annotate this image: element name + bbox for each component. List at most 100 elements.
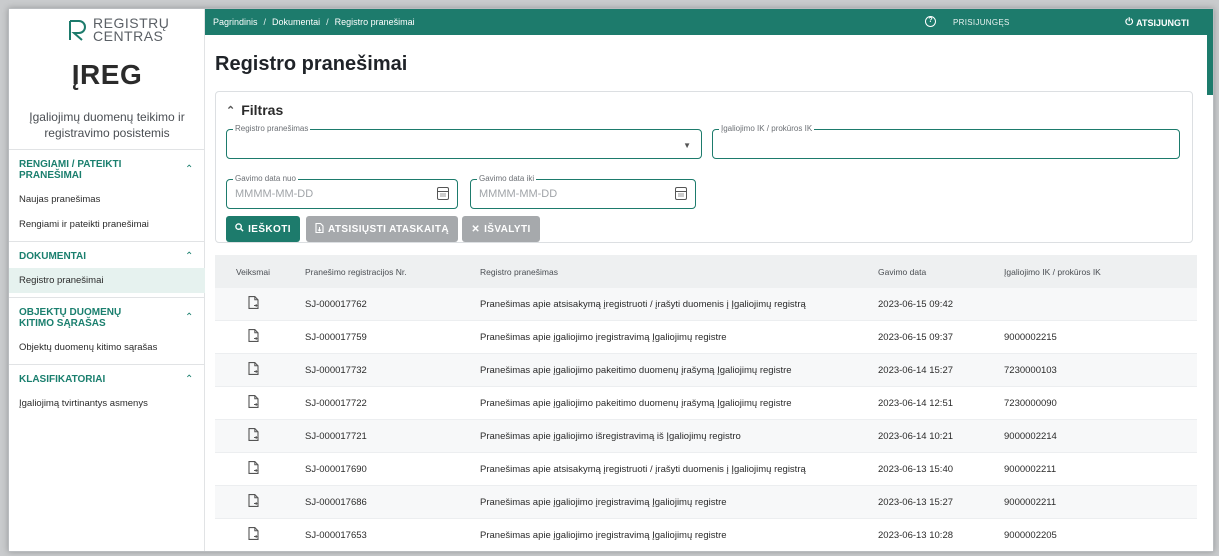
table-row[interactable]: SJ-000017653 Pranešimas apie įgaliojimo į…: [215, 519, 1197, 551]
date-from-label: Gavimo data nuo: [233, 174, 298, 183]
open-document-icon[interactable]: [247, 329, 259, 342]
nav-section-label: RENGIAMI / PATEIKTI PRANEŠIMAI: [19, 159, 122, 181]
cell-date: 2023-06-14 10:21: [878, 430, 954, 442]
nav-section-label: OBJEKTŲ DUOMENŲ KITIMO SĄRAŠAS: [19, 307, 122, 329]
cell-power-ik: 9000002215: [1004, 331, 1057, 343]
row-actions: [215, 527, 291, 543]
column-header-power-ik[interactable]: Įgaliojimo IK / prokūros IK: [1004, 267, 1197, 277]
sidebar-item-objektu-kitimo-sarasas[interactable]: Objektų duomenų kitimo sąrašas: [9, 335, 205, 360]
nav-section-header-dokumentai[interactable]: DOKUMENTAI ⌃: [9, 242, 205, 268]
registry-notice-select[interactable]: Registro pranešimas ▼: [226, 124, 702, 159]
calendar-icon[interactable]: [437, 187, 449, 200]
cell-notice: Pranešimas apie įgaliojimo įregistravimą…: [480, 529, 727, 541]
nav-section-header-klasifikatoriai[interactable]: KLASIFIKATORIAI ⌃: [9, 365, 205, 391]
cell-reg-no: SJ-000017686: [305, 496, 367, 508]
row-actions: [215, 296, 291, 312]
sidebar-item-tvirtinantys-asmenys[interactable]: Įgaliojimą tvirtinantys asmenys: [9, 391, 205, 416]
cell-date: 2023-06-15 09:42: [878, 298, 954, 310]
logout-button[interactable]: ⏻ ATSIJUNGTI: [1125, 17, 1189, 28]
open-document-icon[interactable]: [247, 461, 259, 474]
date-to-input[interactable]: Gavimo data iki MMMM-MM-DD: [470, 174, 696, 209]
cell-power-ik: 9000002211: [1004, 463, 1057, 475]
download-report-label: ATSISIŲSTI ATASKAITĄ: [328, 223, 449, 235]
table-body: SJ-000017762 Pranešimas apie atsisakymą į…: [215, 288, 1197, 551]
table-row[interactable]: SJ-000017686 Pranešimas apie įgaliojimo į…: [215, 486, 1197, 519]
cell-date: 2023-06-13 15:27: [878, 496, 954, 508]
nav-section-rengiami: RENGIAMI / PATEIKTI PRANEŠIMAI ⌃ Naujas …: [9, 150, 205, 242]
breadcrumb-separator: /: [263, 17, 267, 27]
table-row[interactable]: SJ-000017732 Pranešimas apie įgaliojimo p…: [215, 354, 1197, 387]
sidebar-nav: RENGIAMI / PATEIKTI PRANEŠIMAI ⌃ Naujas …: [9, 149, 205, 420]
table-row[interactable]: SJ-000017762 Pranešimas apie atsisakymą į…: [215, 288, 1197, 321]
table-row[interactable]: SJ-000017759 Pranešimas apie įgaliojimo į…: [215, 321, 1197, 354]
date-to-label: Gavimo data iki: [477, 174, 537, 183]
search-icon: [235, 223, 244, 235]
app-window: REGISTRŲ CENTRAS ĮREG Įgaliojimų duomenų…: [8, 8, 1214, 552]
sidebar-item-registro-pranesimai[interactable]: Registro pranešimai: [9, 268, 205, 293]
nav-section-header-objektu[interactable]: OBJEKTŲ DUOMENŲ KITIMO SĄRAŠAS ⌃: [9, 298, 205, 335]
open-document-icon[interactable]: [247, 362, 259, 375]
breadcrumb-current: Registro pranešimai: [334, 17, 415, 27]
power-icon: ⏻: [1125, 17, 1134, 28]
row-actions: [215, 362, 291, 378]
download-report-button[interactable]: ATSISIŲSTI ATASKAITĄ: [306, 216, 458, 242]
row-actions: [215, 494, 291, 510]
cell-date: 2023-06-15 09:37: [878, 331, 954, 343]
app-title: ĮREG: [71, 59, 143, 90]
clear-button[interactable]: ✕ IŠVALYTI: [462, 216, 540, 242]
file-download-icon: [315, 222, 324, 236]
sidebar: REGISTRŲ CENTRAS ĮREG Įgaliojimų duomenų…: [9, 9, 205, 551]
table-row[interactable]: SJ-000017690 Pranešimas apie atsisakymą į…: [215, 453, 1197, 486]
chevron-up-icon: ⌃: [185, 164, 194, 175]
cell-notice: Pranešimas apie atsisakymą įregistruoti …: [480, 463, 806, 475]
help-icon[interactable]: ?: [925, 16, 936, 27]
nav-section-label: DOKUMENTAI: [19, 251, 87, 262]
date-from-input[interactable]: Gavimo data nuo MMMM-MM-DD: [226, 174, 458, 209]
topbar: Pagrindinis / Dokumentai / Registro pran…: [205, 9, 1213, 35]
logo-text: REGISTRŲ CENTRAS: [93, 16, 169, 43]
power-ik-input[interactable]: Įgaliojimo IK / prokūros IK: [712, 124, 1180, 159]
column-header-actions: Veiksmai: [235, 266, 270, 277]
registry-notices-table: Veiksmai Pranešimo registracijos Nr. Reg…: [215, 255, 1197, 551]
cell-reg-no: SJ-000017762: [305, 298, 367, 310]
table-header: Veiksmai Pranešimo registracijos Nr. Reg…: [215, 255, 1197, 288]
scrollbar-thumb[interactable]: [1207, 35, 1213, 95]
sidebar-item-rengiami-pranesimai[interactable]: Rengiami ir pateikti pranešimai: [9, 212, 205, 237]
filter-toggle[interactable]: ⌃ Filtras: [226, 102, 283, 118]
column-header-notice[interactable]: Registro pranešimas: [480, 267, 878, 277]
page-title: Registro pranešimai: [215, 53, 408, 75]
date-to-placeholder: MMMM-MM-DD: [479, 188, 558, 200]
open-document-icon[interactable]: [247, 296, 259, 309]
column-header-reg-no[interactable]: Pranešimo registracijos Nr.: [291, 267, 480, 277]
chevron-up-icon: ⌃: [226, 104, 236, 117]
app-subtitle: Įgaliojimų duomenų teikimo ir registravi…: [29, 110, 185, 140]
breadcrumb-pagrindinis[interactable]: Pagrindinis: [213, 17, 258, 27]
open-document-icon[interactable]: [247, 428, 259, 441]
cell-reg-no: SJ-000017653: [305, 529, 367, 541]
cell-notice: Pranešimas apie įgaliojimo pakeitimo duo…: [480, 397, 792, 409]
power-ik-label: Įgaliojimo IK / prokūros IK: [719, 124, 815, 133]
sidebar-item-naujas-pranesimas[interactable]: Naujas pranešimas: [9, 187, 205, 212]
cell-notice: Pranešimas apie įgaliojimo pakeitimo duo…: [480, 364, 792, 376]
row-actions: [215, 461, 291, 477]
cell-power-ik: 9000002211: [1004, 496, 1057, 508]
nav-section-label: KLASIFIKATORIAI: [19, 374, 106, 385]
close-icon: ✕: [471, 223, 481, 235]
registry-notice-label: Registro pranešimas: [233, 124, 311, 133]
breadcrumb-dokumentai[interactable]: Dokumentai: [272, 17, 320, 27]
date-from-placeholder: MMMM-MM-DD: [235, 188, 314, 200]
logout-label: ATSIJUNGTI: [1136, 17, 1189, 28]
open-document-icon[interactable]: [247, 527, 259, 540]
nav-section-header-rengiami[interactable]: RENGIAMI / PATEIKTI PRANEŠIMAI ⌃: [9, 150, 205, 187]
row-actions: [215, 329, 291, 345]
registru-centras-logo[interactable]: REGISTRŲ CENTRAS: [67, 16, 169, 43]
table-row[interactable]: SJ-000017722 Pranešimas apie įgaliojimo p…: [215, 387, 1197, 420]
search-button[interactable]: IEŠKOTI: [226, 216, 300, 242]
nav-section-dokumentai: DOKUMENTAI ⌃ Registro pranešimai: [9, 242, 205, 298]
open-document-icon[interactable]: [247, 395, 259, 408]
chevron-up-icon: ⌃: [185, 312, 194, 323]
open-document-icon[interactable]: [247, 494, 259, 507]
calendar-icon[interactable]: [675, 187, 687, 200]
table-row[interactable]: SJ-000017721 Pranešimas apie įgaliojimo i…: [215, 420, 1197, 453]
column-header-date[interactable]: Gavimo data: [878, 267, 1004, 277]
